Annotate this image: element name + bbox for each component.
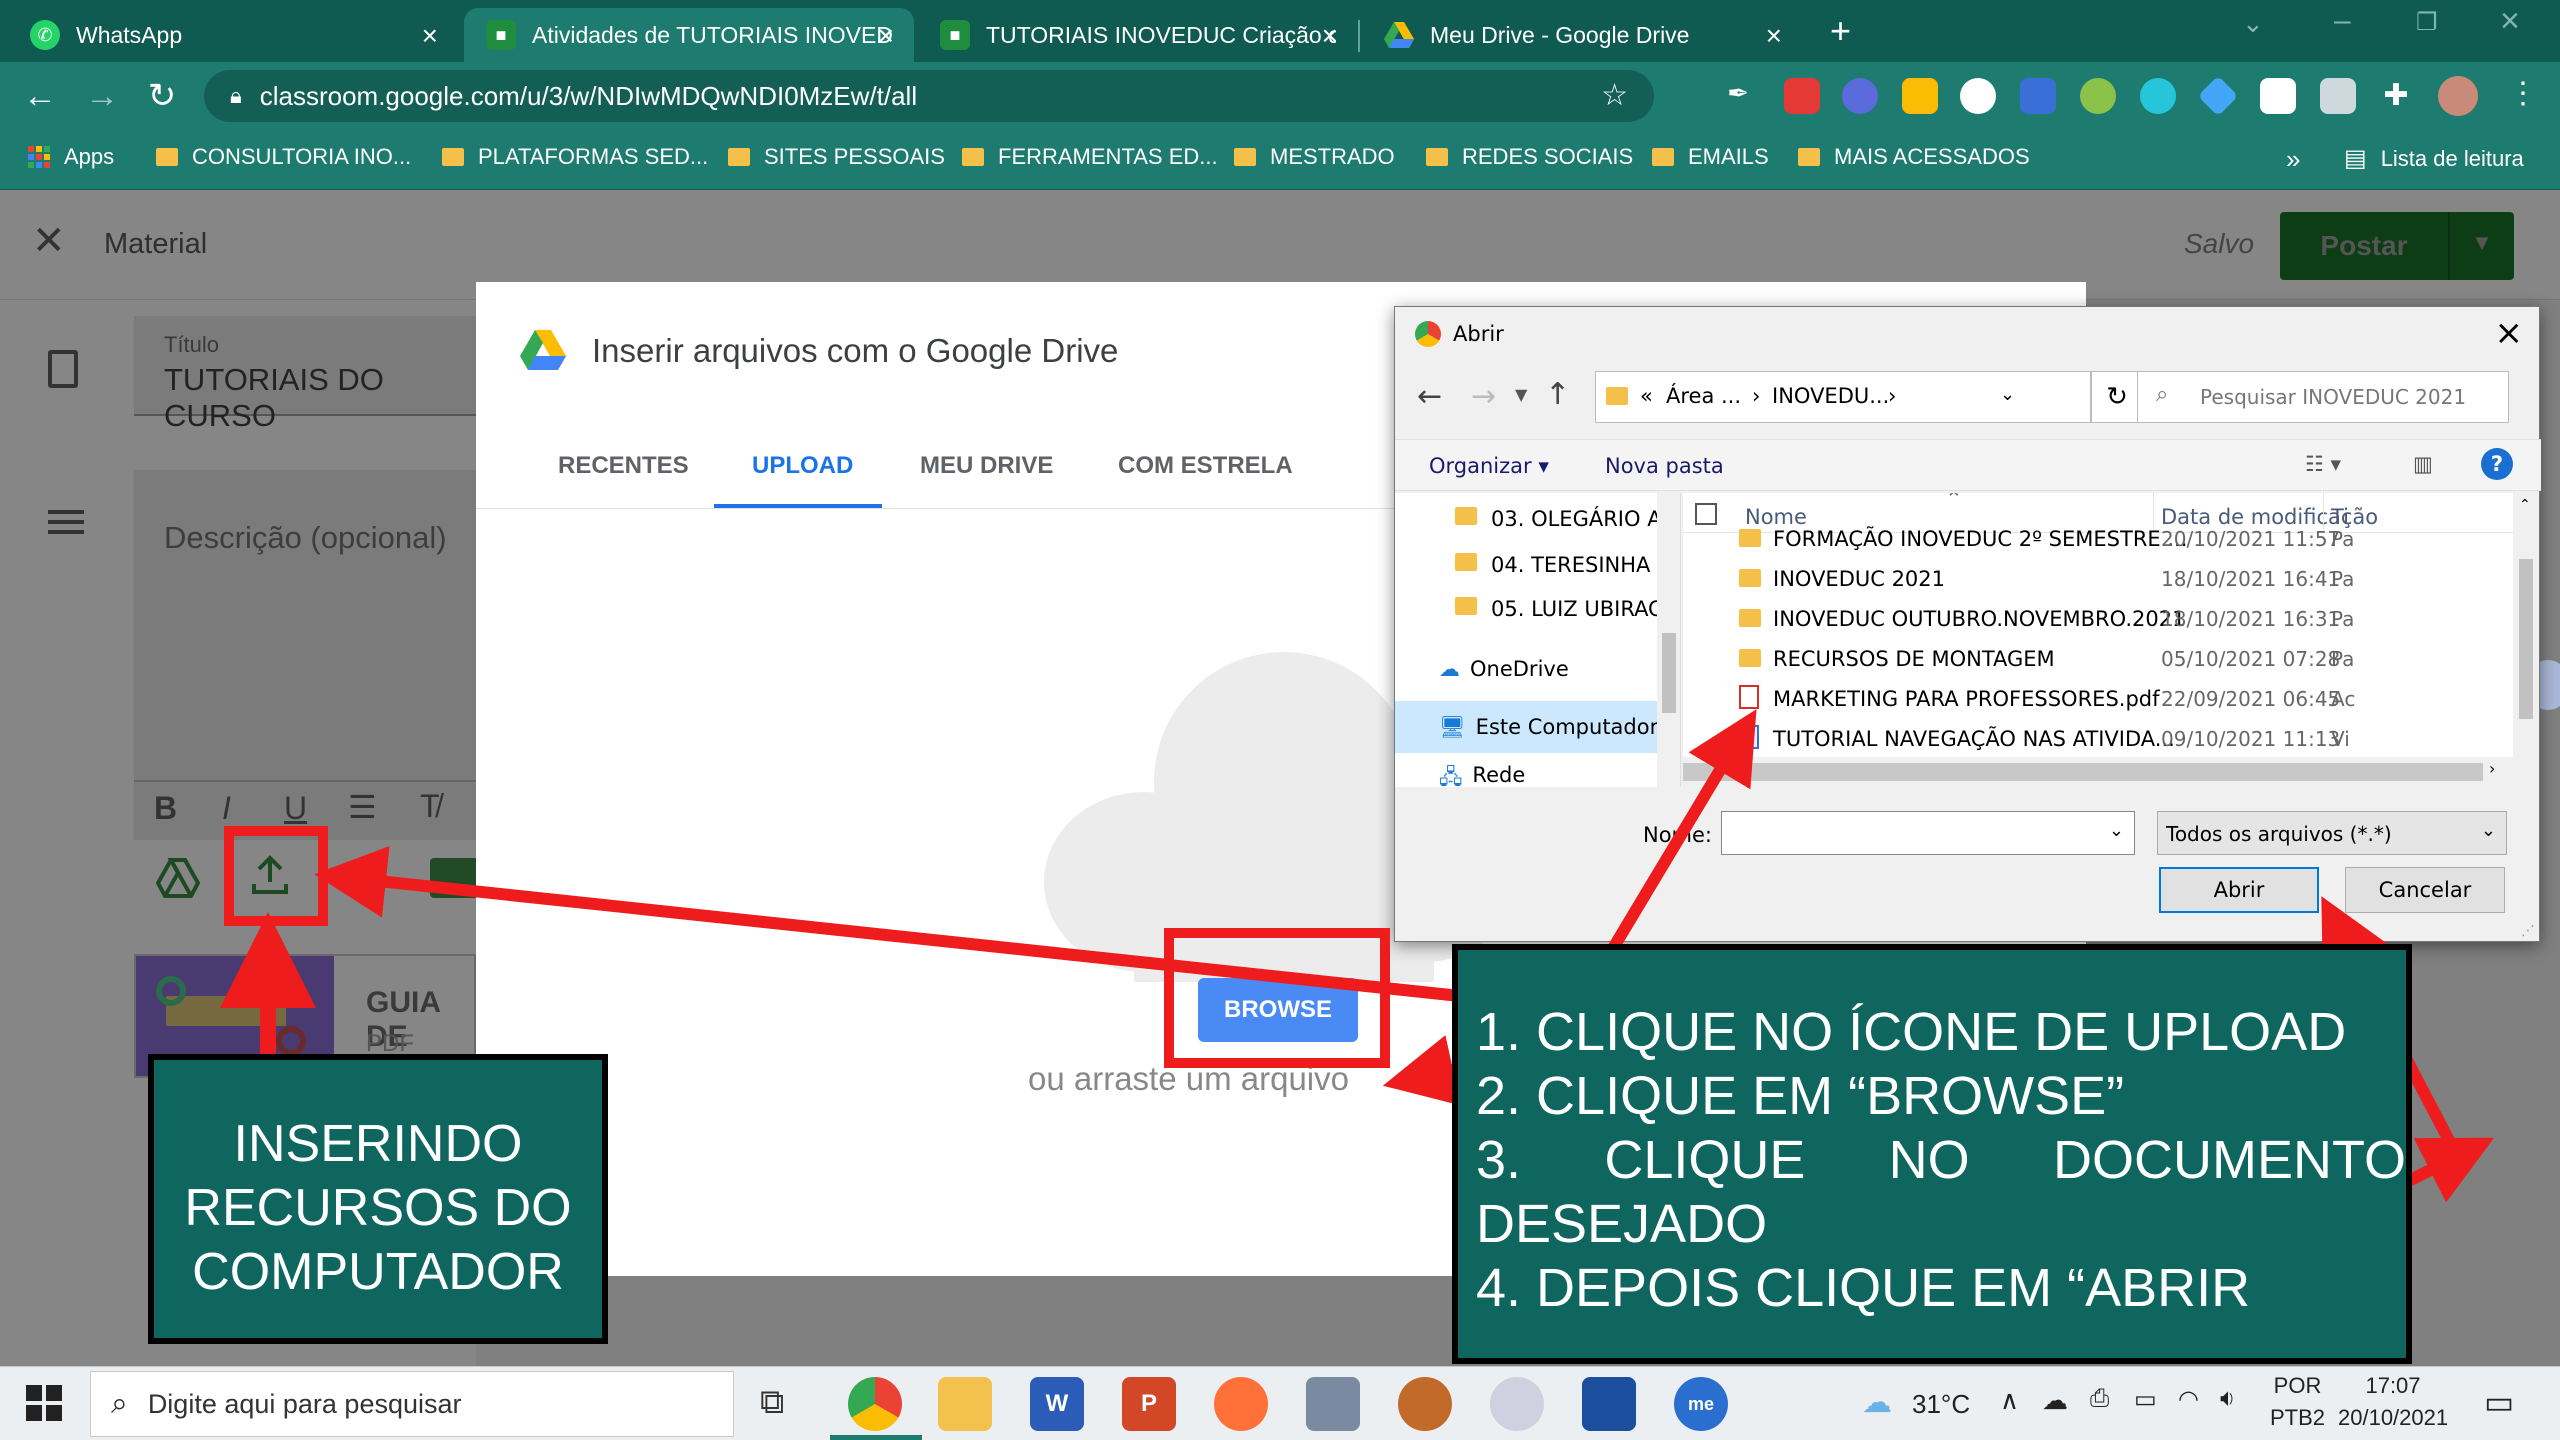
powerpoint-icon[interactable]: P: [1122, 1377, 1176, 1431]
annotation-title-box: INSERINDO RECURSOS DO COMPUTADOR: [148, 1054, 608, 1344]
app-icon[interactable]: [1398, 1377, 1452, 1431]
search-icon: ⌕: [111, 1387, 128, 1420]
date: 20/10/2021: [2338, 1405, 2449, 1430]
annotation-steps-box: 1. CLIQUE NO ÍCONE DE UPLOAD 2. CLIQUE E…: [1452, 944, 2412, 1364]
battery-icon[interactable]: ▭: [2134, 1385, 2157, 1414]
word-icon[interactable]: W: [1030, 1377, 1084, 1431]
file-explorer-icon[interactable]: [938, 1377, 992, 1431]
app-icon[interactable]: me: [1674, 1377, 1728, 1431]
app-icon[interactable]: [1490, 1377, 1544, 1431]
annotation-line: INSERINDO: [233, 1115, 523, 1173]
weather-icon: ☁: [1862, 1386, 1892, 1419]
clock[interactable]: 17:07 20/10/2021: [2338, 1373, 2448, 1431]
onedrive-icon[interactable]: ☁: [2042, 1385, 2068, 1416]
chrome-taskbar-icon[interactable]: [848, 1377, 902, 1431]
wifi-icon[interactable]: ◠: [2178, 1385, 2199, 1414]
step-line: 4. DEPOIS CLIQUE EM “ABRIR: [1476, 1258, 2251, 1318]
annotation-line: RECURSOS DO: [184, 1179, 572, 1237]
task-view-icon[interactable]: ⧉: [760, 1383, 784, 1422]
app-icon[interactable]: [1306, 1377, 1360, 1431]
arrow-to-upload-icon: [314, 846, 1461, 1002]
app-icon[interactable]: [1582, 1377, 1636, 1431]
firefox-icon[interactable]: [1214, 1377, 1268, 1431]
taskbar-search[interactable]: ⌕ Digite aqui para pesquisar: [90, 1371, 734, 1437]
chevron-up-icon[interactable]: ∧: [2000, 1385, 2019, 1416]
active-app-indicator: [830, 1435, 922, 1440]
step-line: DESEJADO: [1476, 1194, 1768, 1254]
keyboard-layout: PTB2: [2270, 1405, 2326, 1430]
annotation-line: COMPUTADOR: [192, 1243, 564, 1301]
lang-code: POR: [2273, 1373, 2322, 1398]
search-placeholder: Digite aqui para pesquisar: [147, 1388, 462, 1419]
input-language[interactable]: POR PTB2: [2270, 1373, 2325, 1431]
windows-taskbar: ⌕ Digite aqui para pesquisar ⧉ W P me ☁ …: [0, 1366, 2560, 1440]
step-line: 1. CLIQUE NO ÍCONE DE UPLOAD: [1476, 1002, 2347, 1062]
app-tray-icon[interactable]: ⎙: [2090, 1385, 2109, 1413]
step-line: 3. CLIQUE NO DOCUMENTO: [1476, 1130, 2406, 1190]
windows-start-icon[interactable]: [26, 1385, 62, 1426]
time: 17:07: [2365, 1373, 2421, 1398]
notification-icon[interactable]: ▭: [2484, 1383, 2514, 1421]
step-line: 2. CLIQUE EM “BROWSE”: [1476, 1066, 2125, 1126]
volume-icon[interactable]: 🔉︎: [2220, 1385, 2235, 1413]
temperature[interactable]: 31°C: [1912, 1389, 1970, 1420]
